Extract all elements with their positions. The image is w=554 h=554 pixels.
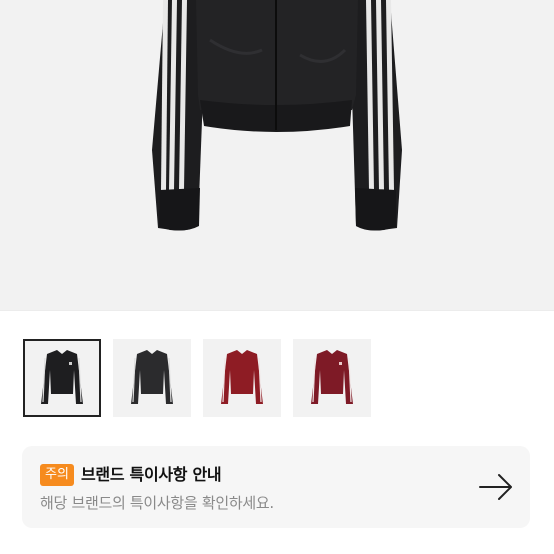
thumbnail-2[interactable] [113,339,191,417]
caution-badge: 주의 [40,464,74,486]
black-track-jacket-image [152,0,402,231]
brand-notice-card[interactable]: 주의 브랜드 특이사항 안내 해당 브랜드의 특이사항을 확인하세요. [22,446,530,528]
thumbnail-4[interactable] [293,339,371,417]
burgundy-track-jacket-thumb [221,350,263,404]
notice-title: 브랜드 특이사항 안내 [81,465,222,484]
divider [0,310,554,311]
thumbnail-3[interactable] [203,339,281,417]
notice-description: 해당 브랜드의 특이사항을 확인하세요. [40,494,274,512]
burgundy-track-jacket-thumb-alt [311,350,353,404]
thumbnail-1[interactable] [23,339,101,417]
black-track-jacket-thumb-alt [131,350,173,404]
product-main-image[interactable] [0,0,554,310]
black-track-jacket-thumb [41,350,83,404]
arrow-right-icon[interactable] [478,472,514,502]
